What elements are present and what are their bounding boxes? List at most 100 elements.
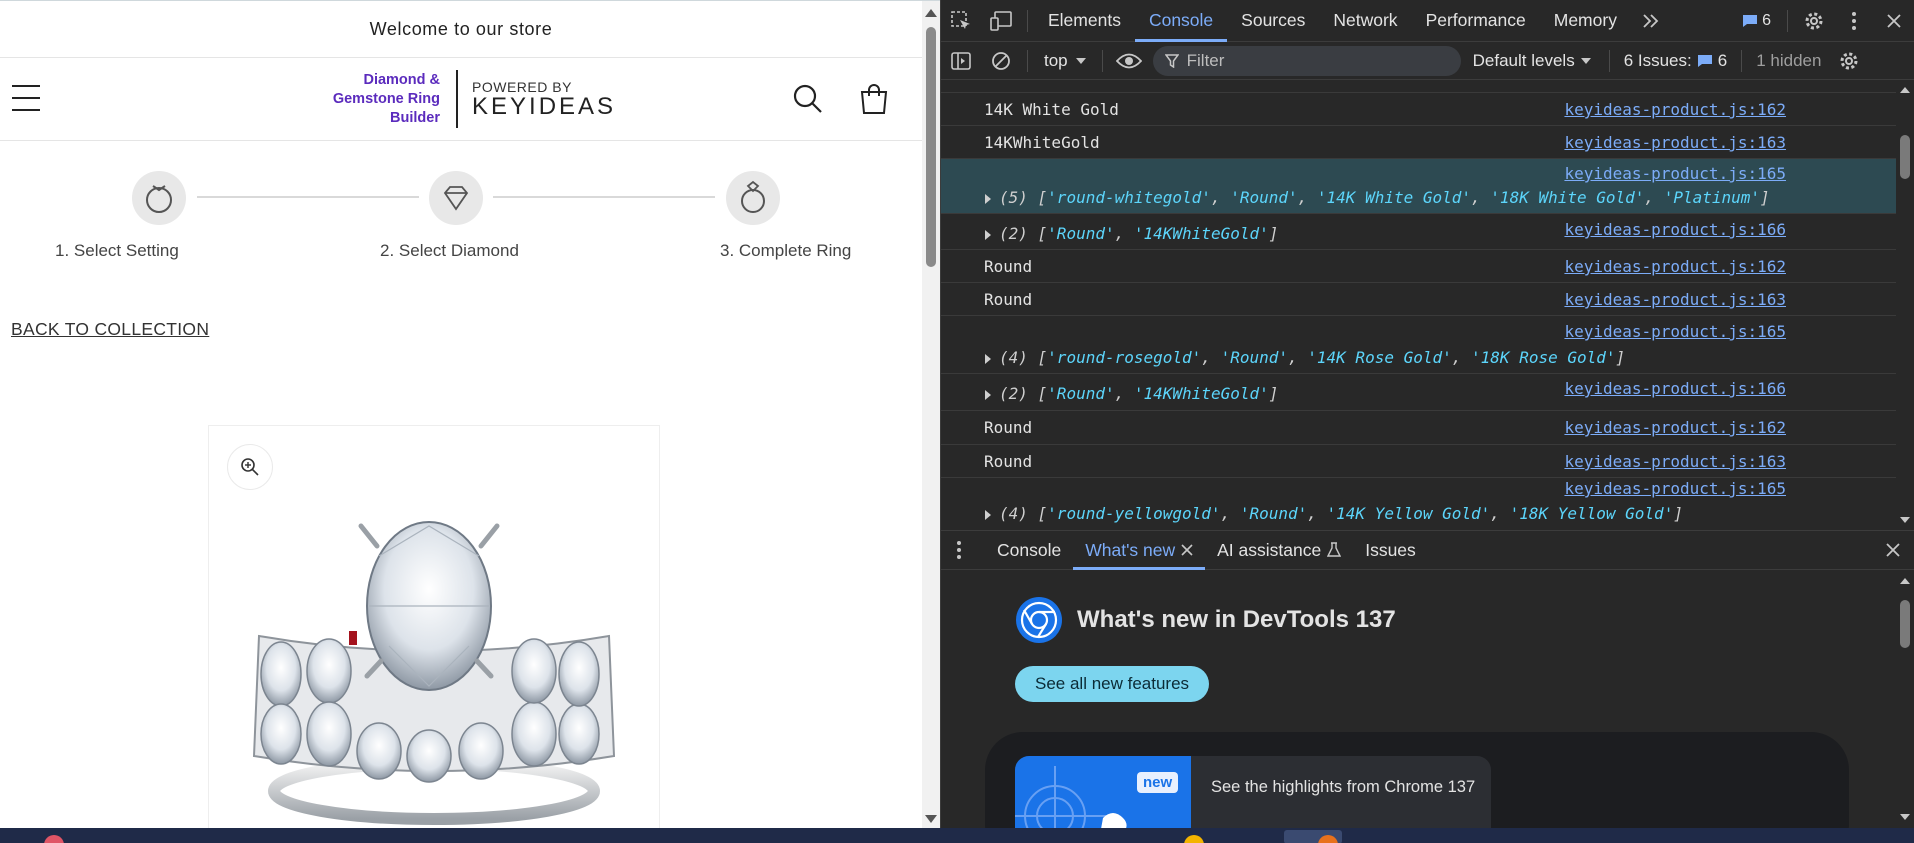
array-preview[interactable]: (4) ['round-yellowgold', 'Round', '14K Y… [985, 504, 1683, 523]
toolbar-separator [1787, 10, 1788, 32]
log-text: Round [984, 257, 1033, 276]
source-link[interactable]: keyideas-product.js:163 [1564, 452, 1786, 471]
expand-triangle-icon[interactable] [985, 389, 991, 400]
array-preview[interactable]: (2) ['Round', '14KWhiteGold'] [985, 224, 1278, 243]
powered-by: POWERED BY KEYIDEAS [472, 79, 616, 119]
source-link[interactable]: keyideas-product.js:165 [1564, 479, 1786, 498]
toolbar-separator [1101, 49, 1103, 72]
tab-memory[interactable]: Memory [1540, 0, 1631, 42]
console-row-array[interactable]: keyideas-product.js:166 (2) ['Round', '1… [941, 374, 1896, 411]
source-link[interactable]: keyideas-product.js:163 [1564, 290, 1786, 309]
drawer-menu-icon[interactable] [941, 529, 977, 571]
source-link[interactable]: keyideas-product.js:165 [1564, 322, 1786, 341]
log-levels-dropdown[interactable]: Default levels [1461, 51, 1603, 71]
inspect-element-icon[interactable] [941, 0, 981, 42]
taskbar-app-icon[interactable] [1184, 835, 1204, 843]
messages-badge[interactable]: 6 [1732, 12, 1781, 30]
tab-console[interactable]: Console [1134, 0, 1228, 42]
tab-performance[interactable]: Performance [1412, 0, 1540, 42]
sidebar-toggle-icon[interactable] [941, 40, 981, 82]
source-link[interactable]: keyideas-product.js:162 [1564, 257, 1786, 276]
console-row-array[interactable]: keyideas-product.js:165 (4) ['round-yell… [941, 478, 1896, 529]
company-name: KEYIDEAS [472, 93, 617, 120]
array-preview[interactable]: (2) ['Round', '14KWhiteGold'] [985, 384, 1278, 403]
tab-elements[interactable]: Elements [1034, 0, 1135, 42]
expand-triangle-icon[interactable] [985, 193, 991, 204]
scrollbar-thumb[interactable] [926, 27, 936, 267]
expand-triangle-icon[interactable] [985, 509, 991, 520]
console-row-array[interactable]: keyideas-product.js:166 (2) ['Round', '1… [941, 214, 1896, 250]
page-scrollbar[interactable] [922, 1, 940, 828]
scroll-down-icon[interactable] [925, 815, 937, 823]
chevron-down-icon [1075, 57, 1086, 64]
search-icon[interactable] [790, 81, 826, 117]
issues-counter[interactable]: 6 Issues: 6 [1616, 51, 1736, 71]
step-2-label[interactable]: 2. Select Diamond [380, 241, 519, 261]
close-drawer-icon[interactable] [1873, 529, 1913, 571]
scrollbar-thumb[interactable] [1900, 600, 1910, 648]
source-link[interactable]: keyideas-product.js:163 [1564, 133, 1786, 152]
drawer-tab-whats-new[interactable]: What's new [1073, 530, 1206, 570]
ring-product-image[interactable] [229, 466, 639, 828]
source-link[interactable]: keyideas-product.js:165 [1564, 164, 1786, 183]
device-toolbar-icon[interactable] [981, 0, 1021, 42]
step-1-label[interactable]: 1. Select Setting [55, 241, 179, 261]
console-row-array[interactable]: keyideas-product.js:165 (5) ['round-whit… [941, 159, 1896, 214]
step-3-label[interactable]: 3. Complete Ring [720, 241, 851, 261]
cart-icon[interactable] [856, 81, 892, 117]
array-preview[interactable]: (4) ['round-rosegold', 'Round', '14K Ros… [985, 348, 1625, 367]
context-selector[interactable]: top [1034, 51, 1096, 71]
drawer-tab-whats-new-label: What's new [1085, 539, 1176, 560]
chevron-down-icon [1580, 57, 1591, 64]
menu-icon[interactable] [12, 85, 40, 111]
filter-placeholder: Filter [1186, 50, 1225, 70]
store-page: Welcome to our store Diamond & Gemstone … [0, 0, 940, 828]
console-scrollbar[interactable] [1896, 81, 1914, 529]
array-preview[interactable]: (5) ['round-whitegold', 'Round', '14K Wh… [985, 188, 1770, 207]
announcement-bar: Welcome to our store [0, 1, 922, 58]
array-item: '14KWhiteGold' [1133, 224, 1269, 243]
step-setting-icon[interactable] [132, 171, 186, 225]
clear-console-icon[interactable] [981, 40, 1021, 82]
source-link[interactable]: keyideas-product.js:162 [1564, 100, 1786, 119]
taskbar-app-icon[interactable] [44, 835, 64, 843]
expand-triangle-icon[interactable] [985, 229, 991, 240]
drawer-tab-console[interactable]: Console [985, 530, 1073, 570]
step-complete-ring-icon[interactable] [726, 171, 780, 225]
console-settings-gear-icon[interactable] [1829, 40, 1869, 82]
log-text: 14KWhiteGold [984, 133, 1100, 152]
settings-gear-icon[interactable] [1794, 0, 1834, 42]
drawer-tab-issues[interactable]: Issues [1353, 530, 1428, 570]
source-link[interactable]: keyideas-product.js:162 [1564, 418, 1786, 437]
drawer-tabbar: Console What's new AI assistance Issues [941, 530, 1914, 570]
brand-logo[interactable]: Diamond & Gemstone Ring Builder POWERED … [320, 69, 616, 129]
live-expression-eye-icon[interactable] [1109, 40, 1149, 82]
array-item: 'Round' [1239, 504, 1308, 523]
highlights-item[interactable]: new See the highlights from Chrome 137 [1015, 756, 1491, 828]
close-tab-icon[interactable] [1181, 544, 1193, 556]
tab-sources[interactable]: Sources [1227, 0, 1319, 42]
console-row-array[interactable]: keyideas-product.js:165 (4) ['round-rose… [941, 316, 1896, 374]
step-diamond-icon[interactable] [429, 171, 483, 225]
console-filter-input[interactable]: Filter [1152, 45, 1461, 76]
see-all-features-button[interactable]: See all new features [1015, 666, 1210, 702]
log-text: Round [984, 418, 1033, 437]
tab-network[interactable]: Network [1319, 0, 1411, 42]
expand-triangle-icon[interactable] [985, 353, 991, 364]
log-text: Round [984, 452, 1033, 471]
source-link[interactable]: keyideas-product.js:166 [1564, 220, 1786, 239]
back-to-collection-link[interactable]: BACK TO COLLECTION [11, 319, 209, 340]
os-taskbar [0, 828, 1914, 843]
source-link[interactable]: keyideas-product.js:166 [1564, 379, 1786, 398]
more-options-icon[interactable] [1834, 0, 1874, 42]
more-tabs-icon[interactable] [1631, 0, 1671, 42]
drawer-scrollbar[interactable] [1896, 570, 1914, 828]
scrollbar-thumb[interactable] [1900, 135, 1910, 179]
scroll-up-icon[interactable] [925, 9, 937, 17]
chrome-devtools-logo-icon [1016, 597, 1062, 643]
log-text: 14K White Gold [984, 100, 1119, 119]
close-devtools-icon[interactable] [1874, 0, 1914, 42]
hidden-messages-count: 1 hidden [1756, 50, 1822, 70]
drawer-tab-ai-assistance[interactable]: AI assistance [1205, 530, 1353, 570]
step-connector [493, 196, 715, 198]
